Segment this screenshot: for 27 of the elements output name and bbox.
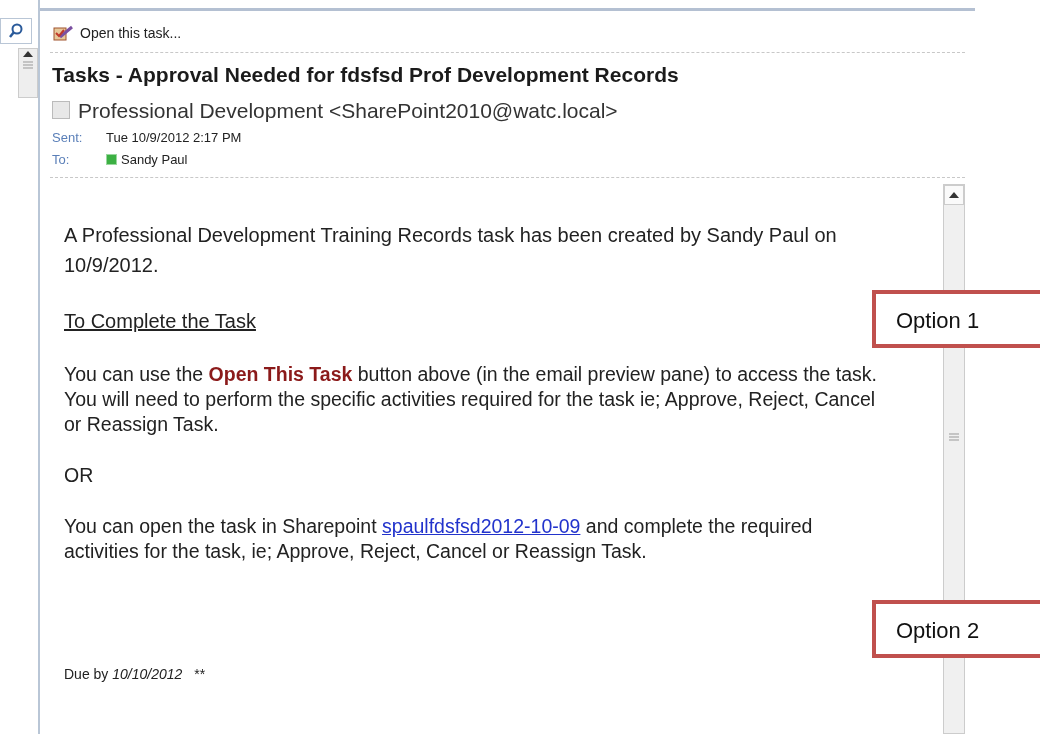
search-icon [8, 23, 24, 39]
to-label: To: [52, 150, 71, 169]
due-date: Due by 10/10/2012 [64, 665, 183, 684]
callout-label: Option 1 [872, 290, 1040, 348]
sent-date: Tue 10/9/2012 2:17 PM [106, 129, 242, 147]
section-heading: To Complete the Task [64, 310, 256, 332]
task-link[interactable]: spaulfdsfsd2012-10-09 [382, 515, 581, 537]
scrollbar[interactable] [18, 48, 38, 98]
open-task-button[interactable]: Open this task... [52, 23, 182, 44]
contact-icon [52, 101, 70, 120]
option-paragraph: You can open the task in Sharepoint spaulfdsfsd2012-10-09 and complete the required activities for the task, ie; Approve, Reject, Cancel or Reassign Task. [64, 514, 814, 564]
intro-paragraph: A Professional Development Training Records task has been created by Sandy Paul on 10/9/2012. [64, 223, 838, 278]
callout-label: Option 2 [872, 600, 1040, 658]
footnote-mark: ** [194, 665, 206, 684]
grip-icon [949, 433, 959, 441]
option-paragraph: You can use the Open This Task button above (in the email preview pane) to access the task. You will need to perform the specific activities required for the task ie; Approve, Reject, Cancel or Reassign Task. [64, 362, 878, 437]
message-subject: Tasks - Approval Needed for fdsfsd Prof Development Records [52, 62, 680, 88]
sender-name: Professional Development <SharePoint2010@watc.local> [78, 97, 618, 124]
sent-label: Sent: [52, 129, 84, 147]
or-text: OR [64, 464, 94, 486]
presence-icon [106, 153, 117, 165]
grip-icon [23, 61, 33, 69]
recipient-name[interactable]: Sandy Paul [121, 149, 188, 169]
scroll-up-icon [949, 192, 959, 198]
scroll-up-icon [23, 51, 33, 57]
task-icon [52, 24, 74, 43]
search-button[interactable] [0, 18, 32, 44]
